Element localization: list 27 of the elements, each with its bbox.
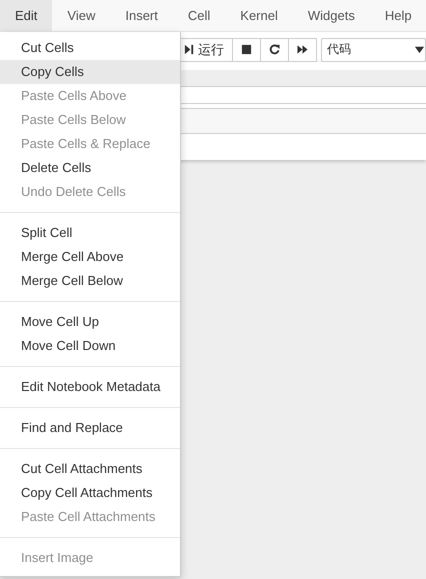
menu-item[interactable]: Find and Replace (0, 416, 180, 440)
menu-item[interactable]: Help (370, 0, 426, 31)
stop-button[interactable] (232, 38, 261, 62)
step-forward-icon (184, 44, 195, 55)
menu-item[interactable]: Edit (0, 0, 52, 31)
menu-item[interactable]: Widgets (292, 0, 370, 31)
restart-icon (269, 44, 280, 55)
stop-icon (241, 44, 252, 55)
menu-item[interactable]: Insert (110, 0, 173, 31)
menu-item[interactable]: Edit Notebook Metadata (0, 375, 180, 399)
menu-item[interactable]: View (52, 0, 110, 31)
menu-item[interactable]: Kernel (225, 0, 293, 31)
menu-item[interactable]: Move Cell Down (0, 334, 180, 358)
menu-item[interactable]: Move Cell Up (0, 310, 180, 334)
fast-forward-button[interactable] (288, 38, 317, 62)
menu-item[interactable]: Cut Cell Attachments (0, 457, 180, 481)
menu-item[interactable]: Split Cell (0, 221, 180, 245)
cell-type-select[interactable]: 代码 (321, 38, 426, 62)
restart-button[interactable] (260, 38, 289, 62)
menu-item[interactable]: Merge Cell Above (0, 245, 180, 269)
dropdown-caret-icon (414, 44, 425, 55)
menu-item[interactable]: Cell (172, 0, 226, 31)
menu-item[interactable]: Copy Cells (0, 60, 180, 84)
menu-item[interactable]: Copy Cell Attachments (0, 481, 180, 505)
fast-forward-icon (297, 44, 308, 55)
menu-item[interactable]: Delete Cells (0, 156, 180, 180)
menu-item[interactable]: Merge Cell Below (0, 269, 180, 293)
